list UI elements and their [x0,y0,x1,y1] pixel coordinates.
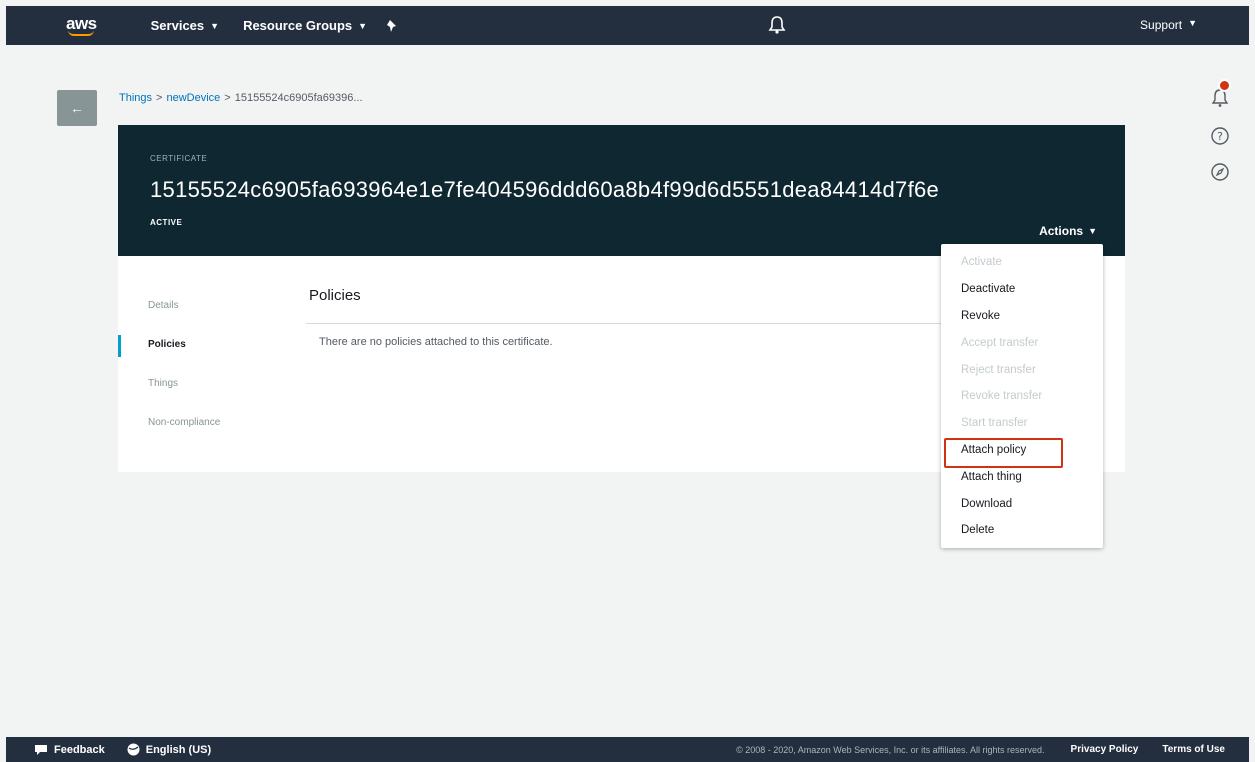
resource-groups-label: Resource Groups [243,18,353,33]
menu-item-revoke-transfer: Revoke transfer [961,390,1043,403]
top-nav: aws Services ▼ Resource Groups ▼ Support… [6,6,1249,45]
certificate-label: CERTIFICATE [150,154,208,163]
actions-label: Actions [1039,224,1084,238]
language-label: English (US) [145,743,212,756]
breadcrumb-separator: > [156,92,163,104]
chevron-down-icon: ▼ [1088,226,1097,236]
globe-icon [127,743,140,756]
menu-item-delete[interactable]: Delete [941,517,1103,544]
side-nav-policies[interactable]: Policies [118,325,288,364]
terms-of-use-link[interactable]: Terms of Use [1162,744,1225,755]
menu-item-revoke[interactable]: Revoke [941,303,1103,330]
side-nav-non-compliance[interactable]: Non-compliance [118,403,288,442]
menu-item-attach-policy[interactable]: Attach policy [941,437,1103,468]
menu-item-reject-transfer: Reject transfer [961,363,1036,376]
feedback-link[interactable]: Feedback [34,744,105,756]
side-nav: Details Policies Things Non-compliance [118,286,288,442]
side-nav-details[interactable]: Details [118,286,288,325]
copyright-text: © 2008 - 2020, Amazon Web Services, Inc.… [736,744,1045,755]
menu-item-accept-transfer: Accept transfer [961,336,1039,349]
compass-icon[interactable] [1208,160,1232,184]
section-divider [306,323,956,324]
breadcrumb-device[interactable]: newDevice [166,92,220,104]
chat-icon [35,744,47,755]
services-label: Services [150,18,205,33]
feedback-label: Feedback [54,743,105,756]
chevron-down-icon: ▼ [210,20,220,31]
privacy-policy-link[interactable]: Privacy Policy [1071,744,1139,755]
resource-groups-menu[interactable]: Resource Groups ▼ [243,18,367,33]
services-menu[interactable]: Services ▼ [151,18,219,33]
section-title: Policies [309,287,361,304]
logo-smile [68,30,95,36]
chevron-down-icon: ▼ [358,20,368,31]
menu-item-deactivate[interactable]: Deactivate [941,276,1103,303]
breadcrumb-current: 15155524c6905fa69396... [234,92,363,104]
aws-logo[interactable]: aws [66,15,97,36]
svg-text:?: ? [1217,130,1223,143]
chevron-down-icon: ▼ [1188,18,1197,28]
footer: Feedback English (US) © 2008 - 2020, Ama… [6,737,1249,762]
support-menu[interactable]: Support ▼ [1140,18,1197,32]
breadcrumb: Things > newDevice > 15155524c6905fa6939… [119,92,363,104]
certificate-id: 15155524c6905fa693964e1e7fe404596ddd60a8… [150,177,940,202]
help-icon[interactable]: ? [1208,124,1232,148]
pin-icon[interactable] [387,19,399,33]
breadcrumb-things[interactable]: Things [119,92,152,104]
status-badge: ACTIVE [150,218,183,227]
actions-menu-list: Activate Deactivate Revoke Accept transf… [941,244,1103,544]
language-selector[interactable]: English (US) [127,743,211,756]
support-label: Support [1140,18,1183,32]
arrow-left-icon: ← [70,100,84,116]
certificate-header: CERTIFICATE 15155524c6905fa693964e1e7fe4… [118,125,1125,256]
menu-item-start-transfer: Start transfer [961,417,1028,430]
menu-item-activate: Activate [961,256,1002,269]
menu-item-download[interactable]: Download [941,490,1103,517]
actions-dropdown: Activate Deactivate Revoke Accept transf… [941,244,1103,548]
back-button[interactable]: ← [57,90,97,126]
side-nav-things[interactable]: Things [118,364,288,403]
bell-icon[interactable] [768,15,786,35]
empty-message: There are no policies attached to this c… [319,336,553,348]
notification-badge [1218,79,1231,92]
page-scrollbar[interactable] [1238,60,1250,736]
actions-button[interactable]: Actions ▼ [1039,224,1097,238]
breadcrumb-separator: > [224,92,231,104]
